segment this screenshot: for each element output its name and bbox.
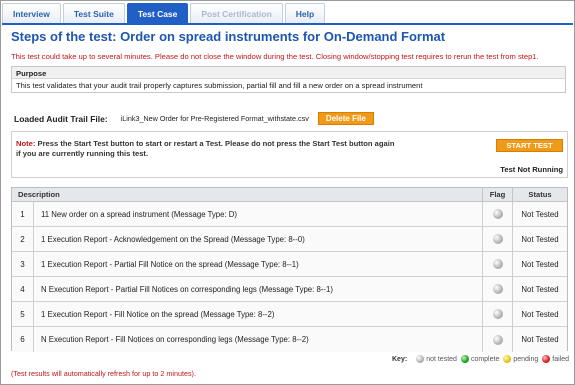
status-dot-icon	[492, 234, 503, 244]
key-title: Key:	[392, 355, 408, 363]
row-flag	[482, 227, 512, 251]
tab-post-certification[interactable]: Post Certification	[190, 3, 283, 23]
table-row: 4 N Execution Report - Partial Fill Noti…	[12, 277, 567, 302]
row-status: Not Tested	[512, 202, 567, 226]
row-description: 1 Execution Report - Acknowledgement on …	[41, 234, 305, 244]
row-flag	[482, 302, 512, 326]
row-status: Not Tested	[512, 302, 567, 326]
status-dot-icon	[492, 309, 503, 319]
audit-file-name: iLink3_New Order for Pre-Registered Form…	[120, 114, 309, 123]
column-header-description: Description	[18, 190, 60, 199]
note-label: Note:	[16, 139, 36, 148]
status-dot-icon	[492, 284, 503, 294]
tab-help[interactable]: Help	[284, 3, 326, 23]
row-flag	[482, 327, 512, 352]
tab-bar: Interview Test Suite Test Case Post Cert…	[2, 3, 327, 24]
tab-interview[interactable]: Interview	[2, 3, 61, 23]
tab-test-suite[interactable]: Test Suite	[62, 3, 125, 23]
key-item-failed: failed	[542, 355, 569, 363]
key-item-not-tested: not tested	[416, 355, 457, 363]
red-dot-icon	[542, 355, 551, 363]
key-item-label: complete	[470, 355, 500, 363]
row-description: 11 New order on a spread instrument (Mes…	[41, 209, 238, 219]
key-item-pending: pending	[503, 355, 538, 363]
row-number: 6	[12, 327, 34, 352]
column-header-flag: Flag	[482, 188, 512, 201]
key-item-complete: complete	[460, 355, 500, 363]
status-key-legend: Key: not tested complete pending failed	[392, 355, 569, 363]
row-number: 4	[12, 277, 34, 301]
row-description: 1 Execution Report - Partial Fill Notice…	[41, 259, 299, 269]
note-text: Note: Press the Start Test button to sta…	[16, 139, 396, 159]
row-number: 2	[12, 227, 34, 251]
status-dot-icon	[492, 334, 503, 345]
status-dot-icon	[492, 259, 503, 269]
row-description: 1 Execution Report - Fill Notice on the …	[41, 309, 275, 319]
purpose-heading: Purpose	[12, 67, 565, 79]
start-test-button[interactable]: START TEST	[496, 139, 563, 152]
table-row: 3 1 Execution Report - Partial Fill Noti…	[12, 252, 567, 277]
warning-message: This test could take up to several minut…	[11, 52, 539, 61]
steps-table: Description Flag Status 1 11 New order o…	[11, 187, 568, 352]
row-status: Not Tested	[512, 252, 567, 276]
row-number: 1	[12, 202, 34, 226]
delete-file-button[interactable]: Delete File	[317, 112, 374, 125]
column-header-status: Status	[512, 188, 567, 201]
audit-file-label: Loaded Audit Trail File:	[14, 113, 108, 124]
key-item-label: pending	[513, 355, 539, 363]
table-row: 5 1 Execution Report - Fill Notice on th…	[12, 302, 567, 327]
table-row: 6 N Execution Report - Fill Notices on c…	[12, 327, 567, 352]
tab-underline	[2, 23, 573, 25]
key-item-label: failed	[552, 355, 569, 363]
refresh-note: (Test results will automatically refresh…	[11, 369, 196, 378]
row-status: Not Tested	[512, 277, 567, 301]
test-control-panel: Note: Press the Start Test button to sta…	[11, 131, 568, 178]
test-run-status: Test Not Running	[500, 165, 563, 174]
note-body: Press the Start Test button to start or …	[16, 139, 395, 158]
status-dot-icon	[492, 209, 503, 219]
row-number: 5	[12, 302, 34, 326]
row-description: N Execution Report - Fill Notices on cor…	[41, 335, 309, 344]
row-status: Not Tested	[512, 227, 567, 251]
row-flag	[482, 202, 512, 226]
grey-dot-icon	[416, 355, 425, 363]
row-description: N Execution Report - Partial Fill Notice…	[41, 284, 333, 294]
table-header: Description Flag Status	[12, 188, 567, 202]
yellow-dot-icon	[503, 355, 512, 363]
row-status: Not Tested	[512, 327, 567, 352]
tab-test-case[interactable]: Test Case	[126, 3, 189, 23]
row-flag	[482, 252, 512, 276]
purpose-panel: Purpose This test validates that your au…	[11, 66, 566, 93]
purpose-text: This test validates that your audit trai…	[16, 81, 423, 90]
green-dot-icon	[460, 355, 469, 363]
key-item-label: not tested	[426, 355, 457, 363]
table-row: 2 1 Execution Report - Acknowledgement o…	[12, 227, 567, 252]
audit-file-row: Loaded Audit Trail File: iLink3_New Orde…	[14, 112, 374, 125]
row-flag	[482, 277, 512, 301]
row-number: 3	[12, 252, 34, 276]
table-row: 1 11 New order on a spread instrument (M…	[12, 202, 567, 227]
page-title: Steps of the test: Order on spread instr…	[11, 29, 446, 44]
